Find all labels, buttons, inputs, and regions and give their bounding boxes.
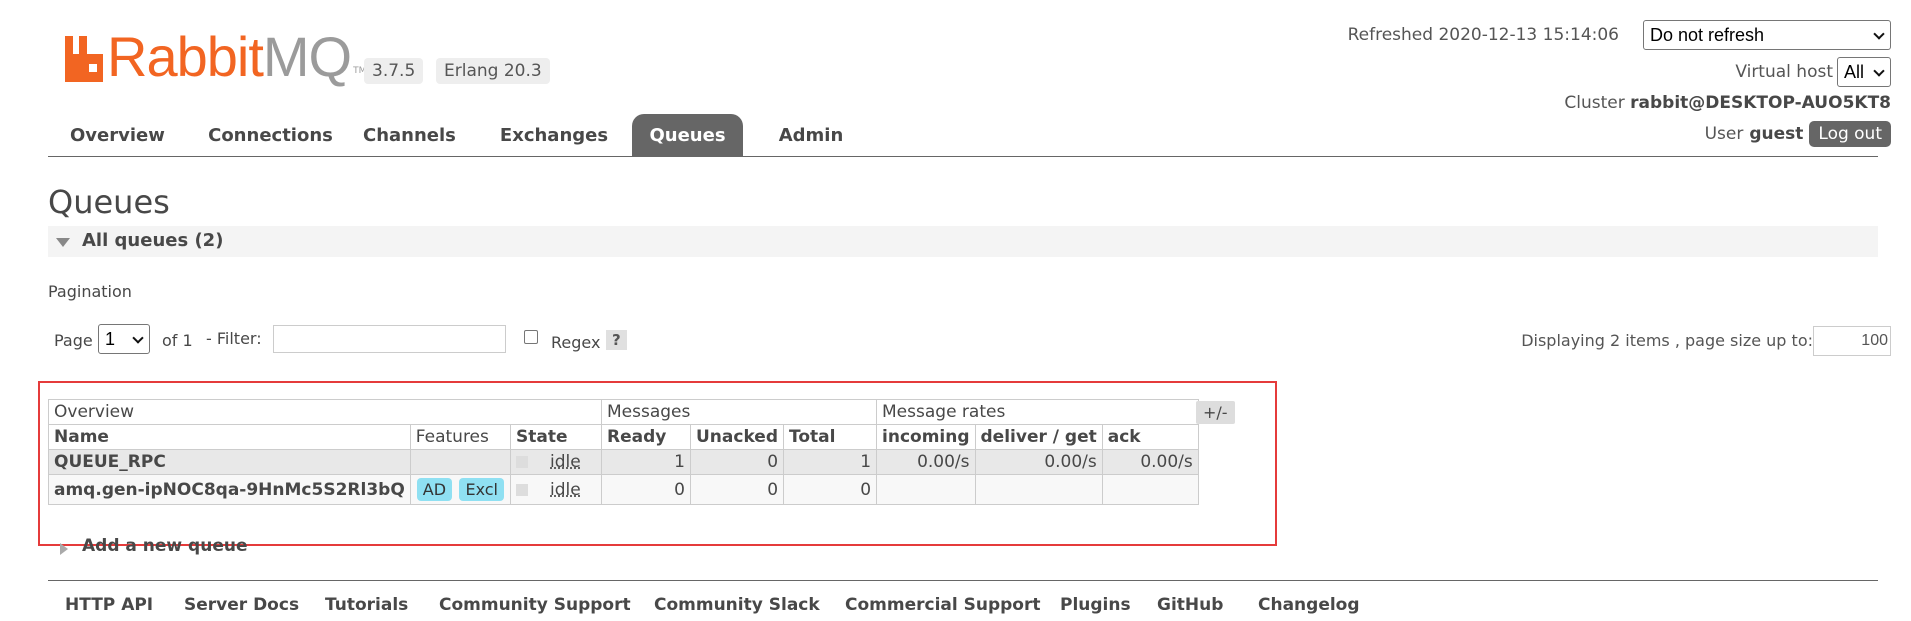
cluster-value: rabbit@DESKTOP-AUO5KT8	[1630, 93, 1891, 113]
tab-channels[interactable]: Channels	[363, 114, 456, 156]
filter-input[interactable]	[273, 325, 506, 353]
refresh-select[interactable]: Do not refresh	[1643, 20, 1891, 50]
regex-label: Regex	[551, 333, 601, 352]
page-of-label: of 1	[162, 331, 193, 350]
footer-link-community-support[interactable]: Community Support	[439, 595, 631, 615]
page-select[interactable]: 1	[98, 324, 150, 354]
rabbitmq-logo[interactable]: RabbitMQ TM	[63, 25, 366, 88]
rabbitmq-logo-icon	[65, 36, 103, 82]
triangle-down-icon	[56, 238, 70, 247]
filter-label: - Filter:	[206, 329, 262, 348]
tab-connections[interactable]: Connections	[203, 114, 338, 156]
pagination-label: Pagination	[48, 282, 132, 301]
footer-link-server-docs[interactable]: Server Docs	[184, 595, 299, 615]
add-queue-label: Add a new queue	[82, 536, 248, 556]
highlight-box	[38, 381, 1277, 546]
footer: HTTP API Server Docs Tutorials Community…	[48, 580, 1878, 621]
erlang-badge: Erlang 20.3	[436, 58, 550, 84]
page-label: Page	[54, 331, 93, 350]
all-queues-section-toggle[interactable]: All queues (2)	[48, 226, 1878, 257]
tab-queues[interactable]: Queues	[632, 114, 743, 156]
main-nav: Overview Connections Channels Exchanges …	[48, 114, 1878, 157]
tab-admin[interactable]: Admin	[767, 114, 855, 156]
display-count-label: Displaying 2 items , page size up to:	[1521, 331, 1813, 350]
page-select-value: 1	[105, 328, 116, 349]
section-title: All queues (2)	[82, 230, 224, 251]
regex-help-icon[interactable]: ?	[606, 330, 627, 350]
vhost-select-value: All	[1844, 61, 1865, 82]
cluster-label: Cluster	[1564, 93, 1625, 113]
page-title: Queues	[48, 183, 170, 221]
footer-link-http-api[interactable]: HTTP API	[65, 595, 153, 615]
logo-wordmark: RabbitMQ	[107, 25, 352, 88]
footer-link-commercial-support[interactable]: Commercial Support	[845, 595, 1041, 615]
vhost-select[interactable]: All	[1837, 57, 1891, 87]
tab-overview[interactable]: Overview	[70, 114, 165, 156]
cluster-info: Cluster rabbit@DESKTOP-AUO5KT8	[1564, 93, 1891, 113]
chevron-down-icon	[1874, 67, 1884, 77]
refresh-select-value: Do not refresh	[1650, 24, 1765, 45]
version-badge: 3.7.5	[364, 58, 424, 84]
refreshed-label: Refreshed 2020-12-13 15:14:06	[1347, 25, 1619, 45]
footer-link-community-slack[interactable]: Community Slack	[654, 595, 820, 615]
chevron-down-icon	[1874, 30, 1884, 40]
vhost-label: Virtual host	[1735, 62, 1833, 82]
footer-link-tutorials[interactable]: Tutorials	[325, 595, 408, 615]
page-size-input[interactable]	[1813, 326, 1891, 356]
regex-checkbox[interactable]	[524, 330, 538, 344]
triangle-right-icon	[60, 543, 68, 555]
footer-link-changelog[interactable]: Changelog	[1258, 595, 1360, 615]
tab-exchanges[interactable]: Exchanges	[498, 114, 610, 156]
footer-link-github[interactable]: GitHub	[1157, 595, 1223, 615]
footer-link-plugins[interactable]: Plugins	[1060, 595, 1131, 615]
chevron-down-icon	[133, 334, 143, 344]
